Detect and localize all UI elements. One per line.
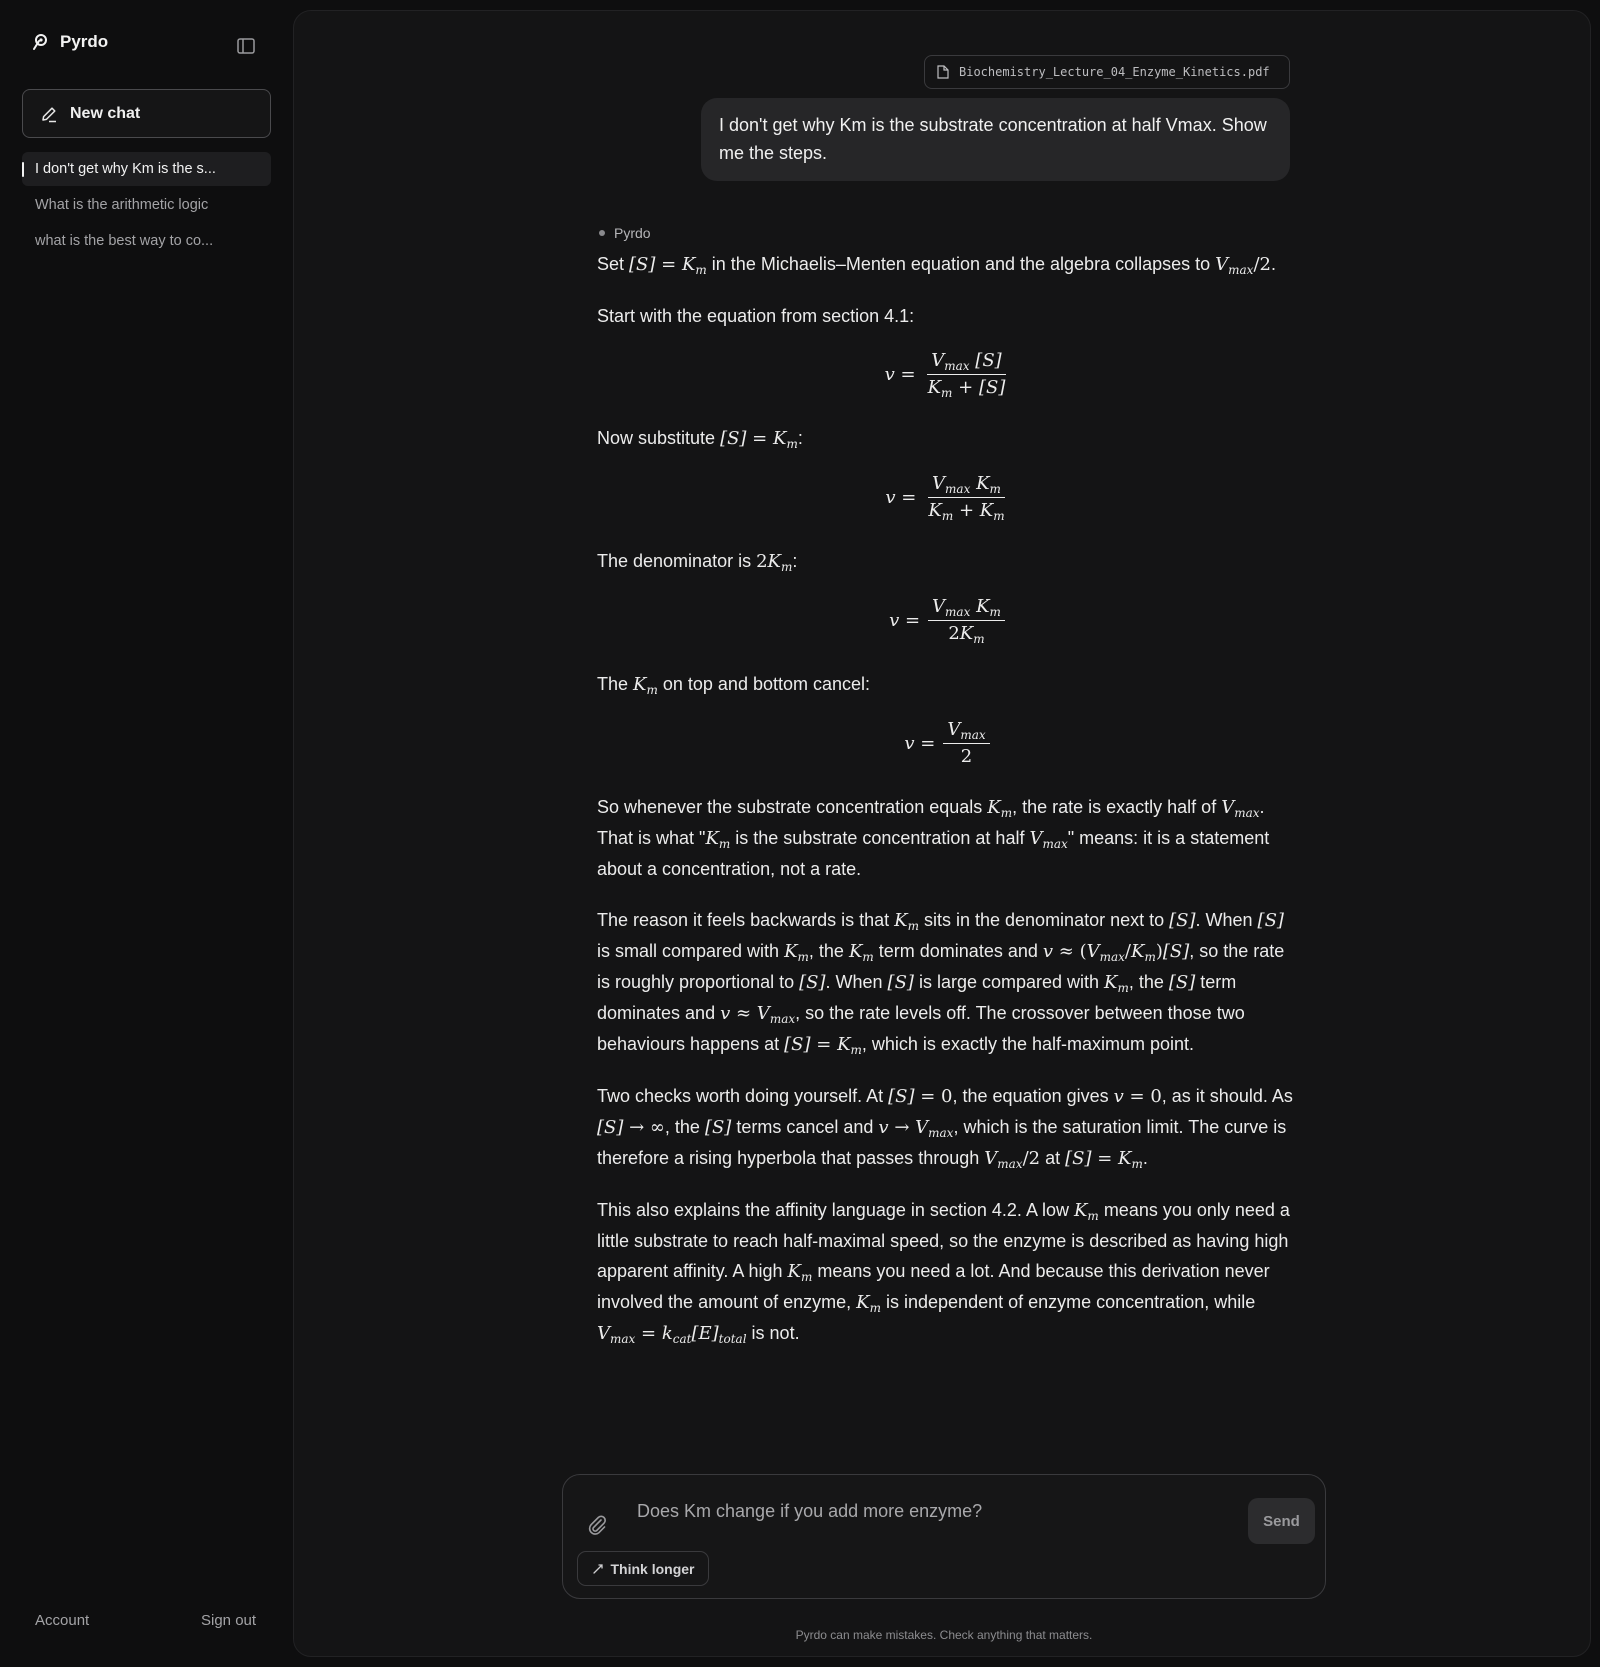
answer-paragraph: The denominator is 2Km:: [597, 551, 798, 574]
assistant-label: Pyrdo: [599, 225, 1297, 241]
think-longer-label: Think longer: [610, 1560, 695, 1577]
sign-out-link[interactable]: Sign out: [201, 1612, 256, 1629]
equation: v = Vmax Km Km + Km: [885, 473, 1005, 523]
user-message: I don't get why Km is the substrate conc…: [701, 98, 1290, 181]
brand-name: Pyrdo: [60, 32, 109, 51]
answer-paragraph: So whenever the substrate concentration …: [597, 797, 1270, 879]
answer-paragraph: The reason it feels backwards is that Km…: [597, 910, 1285, 1057]
assistant-name: Pyrdo: [614, 225, 651, 241]
equation: v = Vmax [S] Km + [S]: [884, 350, 1006, 400]
file-icon: [937, 65, 949, 79]
equation: v = Vmax Km 2Km: [597, 596, 1297, 645]
chat-history: I don't get why Km is the s... What is t…: [22, 152, 271, 260]
new-chat-label: New chat: [70, 104, 141, 122]
disclaimer: Pyrdo can make mistakes. Check anything …: [795, 1628, 1093, 1642]
attachment-name: Biochemistry_Lecture_04_Enzyme_Kinetics.…: [959, 65, 1270, 79]
new-chat-button[interactable]: New chat: [22, 89, 271, 138]
chat-panel: Biochemistry_Lecture_04_Enzyme_Kinetics.…: [293, 10, 1591, 1657]
history-item[interactable]: what is the best way to co...: [22, 224, 271, 258]
assistant-message: Pyrdo Set [S] = Km in the Michaelis–Ment…: [597, 225, 1297, 1370]
answer-paragraph: Start with the equation from section 4.1…: [597, 306, 915, 326]
answer-paragraph: The Km on top and bottom cancel:: [597, 674, 871, 697]
paperclip-icon[interactable]: [585, 1513, 609, 1537]
pyrdo-logo-icon: [33, 34, 47, 50]
think-longer-button[interactable]: Think longer: [577, 1551, 709, 1586]
send-button[interactable]: Send: [1248, 1498, 1315, 1544]
history-item[interactable]: I don't get why Km is the s...: [22, 152, 271, 186]
answer-paragraph: This also explains the affinity language…: [597, 1200, 1290, 1346]
composer: Send Think longer: [562, 1474, 1326, 1599]
think-icon: [592, 1563, 603, 1574]
answer-paragraph: Now substitute [S] = Km:: [597, 428, 803, 451]
answer-paragraph: Two checks worth doing yourself. At [S] …: [597, 1086, 1293, 1171]
account-link[interactable]: Account: [35, 1612, 89, 1629]
sidebar: Pyrdo New chat I don't get why Km is the…: [0, 0, 293, 1667]
attachment-chip[interactable]: Biochemistry_Lecture_04_Enzyme_Kinetics.…: [924, 55, 1290, 89]
answer-paragraph: Set [S] = Km in the Michaelis–Menten equ…: [597, 254, 1276, 277]
answer-body: Set [S] = Km in the Michaelis–Menten equ…: [597, 249, 1297, 1349]
brand: Pyrdo: [30, 32, 108, 52]
collapse-sidebar-icon[interactable]: [236, 36, 256, 56]
pencil-icon: [42, 106, 56, 122]
equation: v = Vmax 2: [597, 719, 1297, 768]
message-input[interactable]: [637, 1497, 1197, 1525]
assistant-dot-icon: [599, 230, 605, 236]
history-item[interactable]: What is the arithmetic logic: [22, 188, 271, 222]
